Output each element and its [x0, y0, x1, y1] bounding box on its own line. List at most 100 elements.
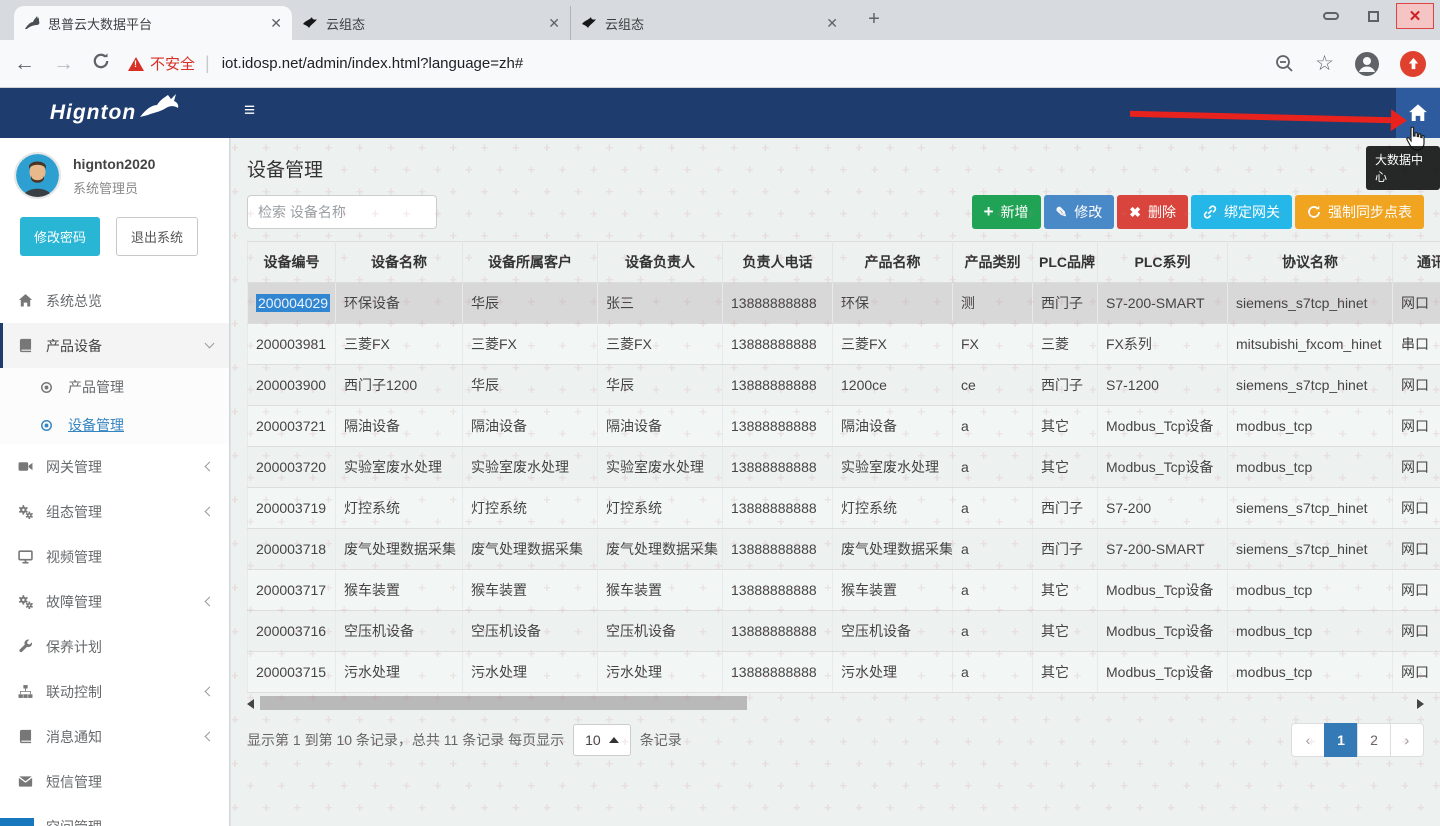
- restore-icon: [1368, 11, 1379, 22]
- sidebar-bottom-strip: [0, 818, 34, 826]
- table-cell: siemens_s7tcp_hinet: [1228, 283, 1393, 324]
- page-button[interactable]: 2: [1357, 723, 1391, 757]
- sidebar-item[interactable]: 空间管理: [0, 804, 229, 826]
- sidebar-subitem[interactable]: 产品管理: [0, 368, 229, 406]
- reload-button[interactable]: [92, 52, 110, 76]
- table-cell: a: [953, 570, 1033, 611]
- sidebar-item[interactable]: 网关管理: [0, 444, 229, 489]
- table-row[interactable]: 200003720实验室废水处理实验室废水处理实验室废水处理1388888888…: [248, 447, 1440, 488]
- browser-tab[interactable]: 云组态✕: [570, 6, 848, 40]
- scroll-right-arrow-icon[interactable]: [1417, 699, 1424, 709]
- column-header[interactable]: 产品类别: [953, 242, 1033, 283]
- sidebar-toggle-icon[interactable]: ≡: [244, 100, 255, 122]
- table-row[interactable]: 200003981三菱FX三菱FX三菱FX13888888888三菱FXFX三菱…: [248, 324, 1440, 365]
- horizontal-scrollbar[interactable]: [247, 696, 1424, 711]
- column-header[interactable]: 协议名称: [1228, 242, 1393, 283]
- table-row[interactable]: 200003718废气处理数据采集废气处理数据采集废气处理数据采集1388888…: [248, 529, 1440, 570]
- forward-button[interactable]: →: [53, 52, 74, 76]
- extension-button[interactable]: [1400, 51, 1426, 77]
- profile-avatar-icon[interactable]: [1354, 51, 1380, 77]
- table-cell: a: [953, 447, 1033, 488]
- table-cell: siemens_s7tcp_hinet: [1228, 488, 1393, 529]
- column-header[interactable]: 产品名称: [833, 242, 953, 283]
- sidebar-item[interactable]: 组态管理: [0, 489, 229, 534]
- 修改-button[interactable]: ✎修改: [1044, 195, 1115, 229]
- wrench-icon: [18, 639, 42, 654]
- page-size-dropdown[interactable]: 10: [573, 724, 631, 756]
- column-header[interactable]: PLC系列: [1098, 242, 1228, 283]
- column-header[interactable]: 设备编号: [248, 242, 336, 283]
- sidebar-item[interactable]: 消息通知: [0, 714, 229, 759]
- 绑定网关-button[interactable]: 绑定网关: [1191, 195, 1292, 229]
- scrollbar-thumb[interactable]: [260, 696, 747, 710]
- back-button[interactable]: ←: [14, 52, 35, 76]
- sidebar-item-label: 网关管理: [46, 457, 102, 477]
- tab-close-icon[interactable]: ✕: [270, 15, 282, 32]
- zoom-out-icon[interactable]: [1274, 53, 1295, 74]
- chevron-left-icon: [205, 732, 215, 742]
- 新增-button[interactable]: +新增: [972, 195, 1041, 229]
- browser-tab-bar: 思普云大数据平台✕云组态✕云组态✕ + ✕: [0, 0, 1440, 40]
- monitor-icon: [18, 549, 42, 564]
- sidebar-item[interactable]: 故障管理: [0, 579, 229, 624]
- column-header[interactable]: 设备名称: [336, 242, 463, 283]
- table-cell: Modbus_Tcp设备: [1098, 447, 1228, 488]
- page-prev-button[interactable]: ‹: [1291, 723, 1325, 757]
- page-next-button[interactable]: ›: [1390, 723, 1424, 757]
- table-cell: modbus_tcp: [1228, 611, 1393, 652]
- sidebar-item[interactable]: 联动控制: [0, 669, 229, 714]
- 强制同步点表-button[interactable]: 强制同步点表: [1295, 195, 1424, 229]
- table-cell: 三菱: [1033, 324, 1098, 365]
- sidebar-item[interactable]: 产品设备: [0, 323, 229, 368]
- table-cell: 三菱FX: [598, 324, 723, 365]
- minimize-button[interactable]: [1312, 3, 1350, 29]
- address-bar[interactable]: iot.idosp.net/admin/index.html?language=…: [222, 55, 523, 72]
- refresh-icon: [1307, 205, 1321, 219]
- table-row[interactable]: 200004029环保设备华辰张三13888888888环保测西门子S7-200…: [248, 283, 1440, 324]
- bookmark-star-icon[interactable]: ☆: [1315, 51, 1334, 76]
- bird-favicon: [302, 15, 318, 31]
- table-cell: 西门子: [1033, 488, 1098, 529]
- column-header[interactable]: 设备所属客户: [463, 242, 598, 283]
- sidebar-subitem[interactable]: 设备管理: [0, 406, 229, 444]
- table-row[interactable]: 200003717猴车装置猴车装置猴车装置13888888888猴车装置a其它M…: [248, 570, 1440, 611]
- column-header[interactable]: 负责人电话: [723, 242, 833, 283]
- logout-button[interactable]: 退出系统: [116, 217, 198, 256]
- page-button[interactable]: 1: [1324, 723, 1358, 757]
- window-controls: ✕: [1312, 3, 1434, 29]
- pencil-icon: ✎: [1056, 204, 1068, 221]
- table-row[interactable]: 200003721隔油设备隔油设备隔油设备13888888888隔油设备a其它M…: [248, 406, 1440, 447]
- column-header[interactable]: 设备负责人: [598, 242, 723, 283]
- sidebar-item[interactable]: 短信管理: [0, 759, 229, 804]
- browser-tab[interactable]: 思普云大数据平台✕: [14, 6, 292, 40]
- column-header[interactable]: 通讯方式: [1393, 242, 1440, 283]
- table-cell: S7-200-SMART: [1098, 529, 1228, 570]
- sidebar-item[interactable]: 保养计划: [0, 624, 229, 669]
- table-cell: 200004029: [248, 283, 336, 324]
- scroll-left-arrow-icon[interactable]: [247, 699, 254, 709]
- tab-close-icon[interactable]: ✕: [548, 15, 560, 32]
- sitemap-icon: [18, 684, 42, 699]
- search-input[interactable]: [247, 195, 437, 229]
- sidebar-item[interactable]: 系统总览: [0, 278, 229, 323]
- new-tab-button[interactable]: +: [860, 6, 888, 34]
- restore-button[interactable]: [1354, 3, 1392, 29]
- table-row[interactable]: 200003715污水处理污水处理污水处理13888888888污水处理a其它M…: [248, 652, 1440, 693]
- browser-tab[interactable]: 云组态✕: [292, 6, 570, 40]
- table-cell: 环保: [833, 283, 953, 324]
- table-row[interactable]: 200003900西门子1200华辰华辰138888888881200cece西…: [248, 365, 1440, 406]
- column-header[interactable]: PLC品牌: [1033, 242, 1098, 283]
- sidebar-item-label: 产品设备: [46, 336, 102, 356]
- table-row[interactable]: 200003719灯控系统灯控系统灯控系统13888888888灯控系统a西门子…: [248, 488, 1440, 529]
- security-warning-label[interactable]: 不安全: [150, 53, 195, 74]
- close-button[interactable]: ✕: [1396, 3, 1434, 29]
- tab-close-icon[interactable]: ✕: [826, 15, 838, 32]
- 删除-button[interactable]: ✖删除: [1117, 195, 1188, 229]
- change-password-button[interactable]: 修改密码: [20, 217, 100, 256]
- table-row[interactable]: 200003716空压机设备空压机设备空压机设备13888888888空压机设备…: [248, 611, 1440, 652]
- sidebar-item[interactable]: 视频管理: [0, 534, 229, 579]
- table-cell: 污水处理: [833, 652, 953, 693]
- table-cell: modbus_tcp: [1228, 570, 1393, 611]
- dot-circle-icon: [40, 419, 64, 432]
- device-table-wrapper: 设备编号设备名称设备所属客户设备负责人负责人电话产品名称产品类别PLC品牌PLC…: [247, 241, 1440, 693]
